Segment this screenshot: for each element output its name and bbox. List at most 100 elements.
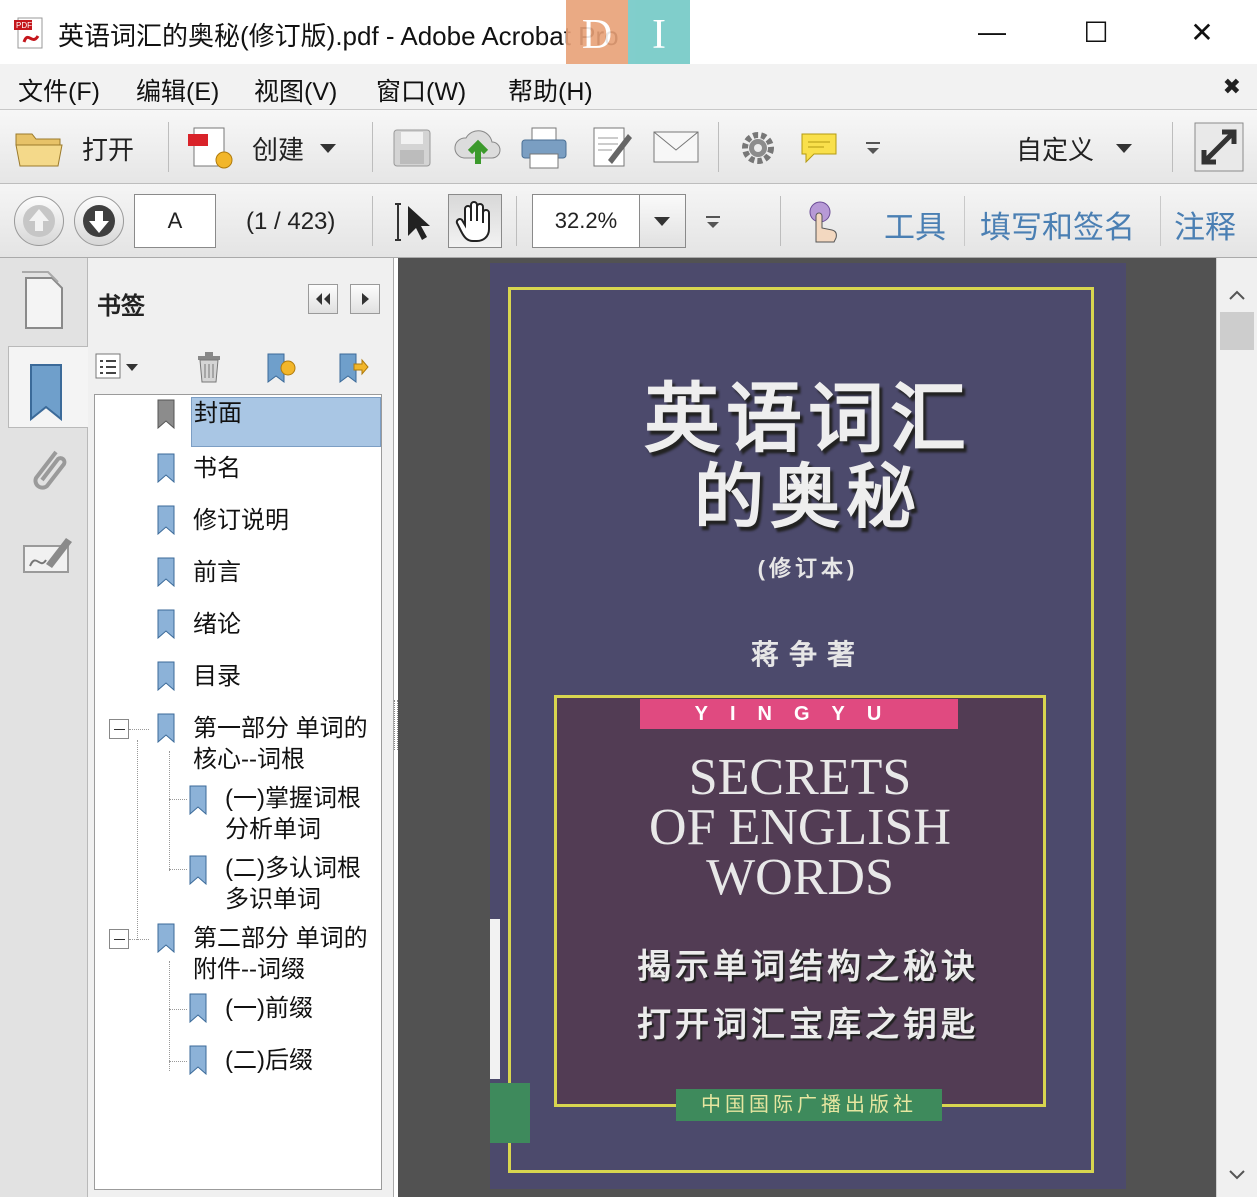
bookmark-item-part-two[interactable]: 第二部分 单词的 附件--词缀 [193,923,368,985]
bookmark-icon [157,661,175,691]
bookmark-icon [189,1045,207,1075]
tree-connector [129,729,149,730]
tree-connector [169,961,170,1071]
delete-bookmark-icon[interactable] [194,350,224,384]
scroll-up-icon[interactable] [1227,288,1247,302]
bookmark-item-cover[interactable]: 封面 [191,397,381,447]
print-icon[interactable] [520,126,568,170]
toolbar-divider [780,196,781,246]
bookmarks-tab[interactable] [8,346,88,428]
bookmark-item-revision-notes[interactable]: 修订说明 [193,505,289,536]
bookmark-item-suffix[interactable]: (二)后缀 [225,1045,313,1076]
expand-bookmark-icon[interactable] [334,350,370,384]
open-button[interactable]: 打开 [82,130,134,167]
bookmarks-panel-title: 书签 [97,293,145,320]
vertical-scrollbar[interactable] [1216,258,1257,1197]
book-cover-page: 英语词汇 的奥秘 (修订本) 蒋争著 YINGYU SECRETS OF ENG… [490,263,1126,1189]
bookmark-item-preface[interactable]: 前言 [193,557,241,588]
close-document-icon[interactable]: ✖ [1223,74,1241,100]
bookmark-label-line2: 附件--词缀 [193,956,305,983]
title-bar: PDF 英语词汇的奥秘(修订版).pdf - Adobe Acrobat Pro… [0,0,1257,76]
collapse-panel-button[interactable] [308,284,338,314]
create-pdf-icon[interactable] [186,124,236,172]
bookmark-icon [189,855,207,885]
comment-pane-link[interactable]: 注释 [1174,202,1236,247]
collapse-toggle[interactable] [109,719,129,739]
expand-fullscreen-icon[interactable] [1194,122,1244,172]
double-chevron-left-icon [316,293,330,305]
next-page-button[interactable] [74,196,124,246]
signature-pen-icon [23,538,72,573]
bookmark-item-prefix[interactable]: (一)前缀 [225,993,313,1024]
touch-read-mode-icon[interactable] [802,198,844,246]
fill-sign-pane-link[interactable]: 填写和签名 [980,202,1135,247]
bookmark-item-root-analysis[interactable]: (一)掌握词根 分析单词 [225,783,361,845]
customize-button[interactable]: 自定义 [1016,130,1094,167]
hand-tool-button[interactable] [448,194,502,248]
cover-band-text: YINGYU [640,699,958,729]
toolbar-divider [1160,196,1161,246]
menu-view[interactable]: 视图(V) [254,72,337,108]
panel-menu-button[interactable] [350,284,380,314]
navigation-pane-rail [0,258,88,1197]
open-folder-icon[interactable] [14,126,66,168]
bookmark-label-line1: (一)掌握词根 [225,785,361,812]
tree-connector [169,1061,187,1062]
bookmark-item-book-name[interactable]: 书名 [193,453,241,484]
bookmark-item-more-roots[interactable]: (二)多认词根 多识单词 [225,853,361,915]
bookmark-label-line1: 第二部分 单词的 [193,925,368,952]
arrow-down-icon [83,205,115,237]
page-thumbnails-tab[interactable] [8,258,88,340]
customize-dropdown-icon[interactable] [1116,144,1132,153]
maximize-button[interactable]: ☐ [1046,0,1146,64]
select-cursor-icon[interactable] [394,200,434,244]
bookmark-icon [189,785,207,815]
new-bookmark-icon[interactable] [262,350,298,384]
bookmarks-tree: 封面 书名 修订说明 前言 绪论 目录 第一部分 单词的 核心--词根 (一)掌… [94,394,382,1190]
tools-pane-link[interactable]: 工具 [884,202,946,247]
toolbar-overflow-icon[interactable] [704,214,722,230]
zoom-dropdown-button[interactable] [640,194,686,248]
arrow-up-icon [23,205,55,237]
hand-icon [455,201,490,242]
window-title: 英语词汇的奥秘(修订版).pdf - Adobe Acrobat Pro [58,21,619,51]
cloud-upload-icon[interactable] [452,124,504,168]
bookmark-icon [157,923,175,953]
attachments-tab[interactable] [8,434,88,516]
close-button[interactable]: ✕ [1152,0,1252,64]
bookmark-icon [157,453,175,483]
cover-title-line2: 的奥秘 [694,456,922,538]
cover-author: 蒋争著 [750,639,865,670]
zoom-level-input[interactable]: 32.2% [532,194,640,248]
signatures-tab[interactable] [8,520,88,602]
scroll-down-icon[interactable] [1227,1168,1247,1182]
collapse-toggle[interactable] [109,929,129,949]
create-button[interactable]: 创建 [252,130,304,167]
bookmark-options-icon[interactable] [94,352,144,382]
toolbar-overflow-icon[interactable] [864,140,882,156]
settings-gear-icon[interactable] [738,128,778,168]
cover-slogan-1: 揭示单词结构之秘诀 [637,948,979,986]
create-dropdown-icon[interactable] [320,144,336,153]
menu-window[interactable]: 窗口(W) [376,72,466,108]
save-icon[interactable] [392,128,432,168]
bookmark-item-part-one[interactable]: 第一部分 单词的 核心--词根 [193,713,368,775]
previous-page-button[interactable] [14,196,64,246]
page-count: (1 / 423) [246,208,336,235]
bookmark-icon [189,993,207,1023]
bookmark-item-introduction[interactable]: 绪论 [193,609,241,640]
tree-connector [169,1009,187,1010]
page-number-input[interactable]: A [134,194,216,248]
scrollbar-thumb[interactable] [1220,312,1254,350]
paperclip-icon [33,450,67,490]
edit-document-icon[interactable] [590,124,634,170]
menu-help[interactable]: 帮助(H) [508,72,593,108]
comment-bubble-icon[interactable] [798,130,840,166]
menu-file[interactable]: 文件(F) [18,72,100,108]
menu-edit[interactable]: 编辑(E) [136,72,219,108]
email-icon[interactable] [652,130,700,164]
toolbar-divider [718,122,719,172]
bookmark-item-contents[interactable]: 目录 [193,661,241,692]
cover-edition: (修订本) [757,556,859,581]
minimize-button[interactable]: — [942,0,1042,64]
